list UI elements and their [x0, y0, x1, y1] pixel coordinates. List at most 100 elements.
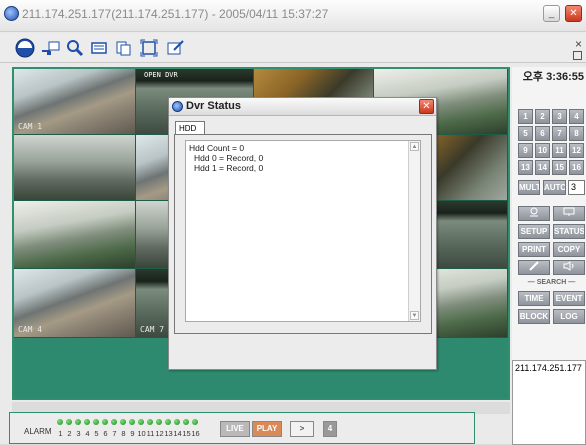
camera-select-button[interactable]: 2 [535, 109, 550, 124]
alarm-led-icon [120, 419, 126, 425]
time-search-button[interactable]: TIME [518, 291, 550, 306]
alarm-indicator: 15 [182, 417, 191, 441]
camera-label: CAM 1 [18, 122, 43, 131]
minimize-button[interactable]: _ [543, 5, 560, 22]
alarm-led-icon [183, 419, 189, 425]
block-search-button[interactable]: BLOCK [518, 309, 550, 324]
toolbar-close-icon[interactable]: × [575, 37, 582, 51]
dvr-window: 211.174.251.177(211.174.251.177) - 2005/… [0, 0, 586, 445]
alarm-number: 14 [173, 429, 182, 438]
camera-select-button[interactable]: 6 [535, 126, 550, 141]
alarm-indicator: 4 [83, 417, 92, 441]
alarm-led-icon [93, 419, 99, 425]
status-bar: ALARM 1 2 3 4 5 6 7 8 9 10 11 12 13 14 15 16 LIVE PLAY … [9, 412, 475, 444]
toolbar-restore-icon[interactable] [573, 51, 582, 60]
next-button[interactable]: > [290, 421, 314, 437]
camera-select-button[interactable]: 8 [569, 126, 584, 141]
logo-icon[interactable] [14, 37, 36, 59]
title-bar: 211.174.251.177(211.174.251.177) - 2005/… [0, 0, 586, 32]
alarm-indicator: 5 [92, 417, 101, 441]
page-indicator[interactable]: 4 [323, 421, 337, 437]
monitor-button[interactable] [553, 206, 585, 221]
play-button[interactable]: PLAY [252, 421, 282, 437]
camera-label: CAM 4 [18, 325, 43, 334]
status-button[interactable]: STATUS [553, 224, 585, 239]
camera-overlay-text: OPEN DVR [144, 71, 178, 79]
alarm-indicator: 2 [65, 417, 74, 441]
camera-select-button[interactable]: 1 [518, 109, 533, 124]
connect-icon[interactable] [40, 37, 62, 59]
camera-select-button[interactable]: 13 [518, 160, 533, 175]
audio-button[interactable] [553, 260, 585, 275]
alarm-led-icon [111, 419, 117, 425]
camera-select-button[interactable]: 14 [535, 160, 550, 175]
alarm-indicator: 12 [155, 417, 164, 441]
control-panel: 오후 3:36:55 12345678910111213141516 MULTI… [512, 67, 586, 445]
connected-ip-list[interactable]: 211.174.251.177 [512, 360, 586, 445]
status-textarea[interactable]: Hdd Count = 0 Hdd 0 = Record, 0 Hdd 1 = … [185, 140, 421, 322]
camera-cell[interactable] [14, 135, 136, 201]
dvr-status-dialog: Dvr Status ✕ HDD Hdd Count = 0 Hdd 0 = R… [168, 97, 437, 370]
log-search-button[interactable]: LOG [553, 309, 585, 324]
alarm-number: 4 [85, 429, 90, 438]
search-icon[interactable] [64, 37, 86, 59]
auto-interval-spinner[interactable]: 3 [568, 180, 585, 195]
alarm-indicators: 1 2 3 4 5 6 7 8 9 10 11 12 13 14 15 16 [56, 417, 200, 441]
multi-button[interactable]: MULTI [518, 180, 540, 195]
copy-icon[interactable] [112, 37, 134, 59]
toolbar: × [0, 33, 586, 63]
ptz-button[interactable] [518, 206, 550, 221]
status-line: Hdd 1 = Record, 0 [194, 163, 264, 173]
camera-select-button[interactable]: 12 [569, 143, 584, 158]
camera-select-button[interactable]: 15 [552, 160, 567, 175]
copy-button[interactable]: COPY [553, 242, 585, 257]
dialog-close-button[interactable]: ✕ [419, 99, 434, 114]
ip-address[interactable]: 211.174.251.177 [515, 363, 582, 373]
alarm-led-icon [138, 419, 144, 425]
alarm-led-icon [165, 419, 171, 425]
alarm-number: 10 [137, 429, 146, 438]
alarm-led-icon [147, 419, 153, 425]
alarm-led-icon [84, 419, 90, 425]
camera-cell[interactable] [14, 201, 136, 269]
camera-select-button[interactable]: 4 [569, 109, 584, 124]
camera-label: CAM 7 [140, 325, 165, 334]
alarm-indicator: 11 [146, 417, 155, 441]
window-title: 211.174.251.177(211.174.251.177) - 2005/… [22, 7, 329, 21]
alarm-number: 15 [182, 429, 191, 438]
tab-hdd[interactable]: HDD [175, 121, 205, 135]
alarm-indicator: 7 [110, 417, 119, 441]
camera-select-button[interactable]: 16 [569, 160, 584, 175]
tab-panel: Hdd Count = 0 Hdd 0 = Record, 0 Hdd 1 = … [174, 134, 432, 334]
alarm-number: 1 [58, 429, 63, 438]
event-search-button[interactable]: EVENT [553, 291, 585, 306]
camera-select-button[interactable]: 11 [552, 143, 567, 158]
camera-select-button[interactable]: 5 [518, 126, 533, 141]
camera-select-button[interactable]: 3 [552, 109, 567, 124]
camera-select-button[interactable]: 10 [535, 143, 550, 158]
fullscreen-icon[interactable] [138, 37, 160, 59]
alarm-number: 11 [146, 429, 155, 438]
scroll-down-arrow-icon[interactable]: ▼ [410, 311, 419, 320]
alarm-number: 8 [121, 429, 126, 438]
camera-cell[interactable]: CAM 4 [14, 269, 136, 338]
config-icon[interactable] [164, 37, 186, 59]
status-line: Hdd Count = 0 [189, 143, 245, 153]
auto-button[interactable]: AUTO [543, 180, 566, 195]
display-icon[interactable] [88, 37, 110, 59]
close-button[interactable]: ✕ [565, 5, 582, 22]
alarm-label: ALARM [24, 427, 52, 436]
dialog-logo-icon [172, 101, 183, 112]
alarm-led-icon [75, 419, 81, 425]
scroll-up-arrow-icon[interactable]: ▲ [410, 142, 419, 151]
camera-select-button[interactable]: 7 [552, 126, 567, 141]
live-button[interactable]: LIVE [220, 421, 250, 437]
alarm-number: 13 [164, 429, 173, 438]
vertical-scrollbar[interactable]: ▲ ▼ [408, 141, 420, 321]
camera-cell[interactable]: CAM 1 [14, 69, 136, 135]
print-button[interactable]: PRINT [518, 242, 550, 257]
setup-button[interactable]: SETUP [518, 224, 550, 239]
camera-select-button[interactable]: 9 [518, 143, 533, 158]
tool-button[interactable] [518, 260, 550, 275]
alarm-led-icon [192, 419, 198, 425]
